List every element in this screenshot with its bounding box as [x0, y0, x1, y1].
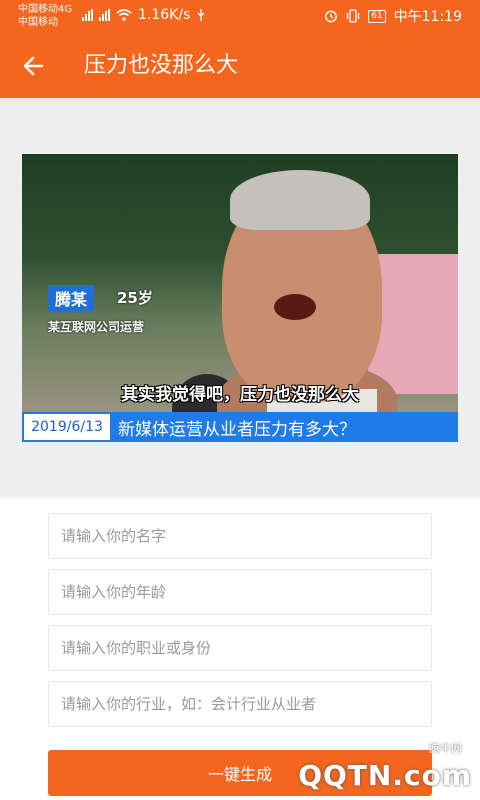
preview-area: 腾某 25岁 某互联网公司运营 其实我觉得吧，压力也没那么大 2019/6/13… [0, 98, 480, 498]
age-label: 25岁 [117, 289, 153, 307]
carrier-2: 中国移动 [18, 17, 58, 28]
age-input[interactable] [48, 569, 432, 615]
status-right: 61 中午11:19 [324, 6, 462, 26]
mouth-shape [274, 294, 316, 320]
hair-shape [230, 170, 370, 230]
network-speed: 1.16K/s [138, 7, 191, 23]
wifi-icon [116, 9, 132, 21]
watermark: 腾牛网 QQTN.com [282, 742, 472, 794]
watermark-brand: QQTN.com [298, 759, 472, 792]
subtitle-caption: 其实我觉得吧，压力也没那么大 [121, 385, 359, 405]
industry-input[interactable] [48, 681, 432, 727]
page-title: 压力也没那么大 [84, 53, 239, 78]
job-input[interactable] [48, 625, 432, 671]
carrier-info: 中国移动4G 中国移动 [18, 3, 72, 29]
name-tag: 腾某 [48, 285, 95, 311]
banner-headline: 新媒体运营从业者压力有多大？ [112, 412, 458, 442]
clock: 中午11:19 [393, 9, 462, 25]
signal-icon [82, 9, 93, 21]
status-bar: 中国移动4G 中国移动 1.16K/s 61 中午11:19 [0, 0, 480, 34]
alarm-icon [325, 10, 338, 23]
watermark-small: 腾牛网 [429, 742, 462, 755]
vibrate-icon [347, 9, 360, 23]
app-bar: 压力也没那么大 [0, 34, 480, 98]
banner-date: 2019/6/13 [22, 412, 112, 442]
usb-icon [197, 9, 205, 21]
signal-icon-2 [99, 9, 110, 21]
meme-image: 腾某 25岁 某互联网公司运营 其实我觉得吧，压力也没那么大 2019/6/13… [22, 154, 458, 442]
name-input[interactable] [48, 513, 432, 559]
arrow-left-icon[interactable] [20, 52, 48, 80]
news-banner: 2019/6/13 新媒体运营从业者压力有多大？ [22, 412, 458, 442]
status-left: 1.16K/s [82, 7, 206, 23]
job-label: 某互联网公司运营 [48, 320, 145, 334]
carrier-1: 中国移动4G [18, 4, 73, 15]
battery-icon: 61 [368, 9, 386, 23]
